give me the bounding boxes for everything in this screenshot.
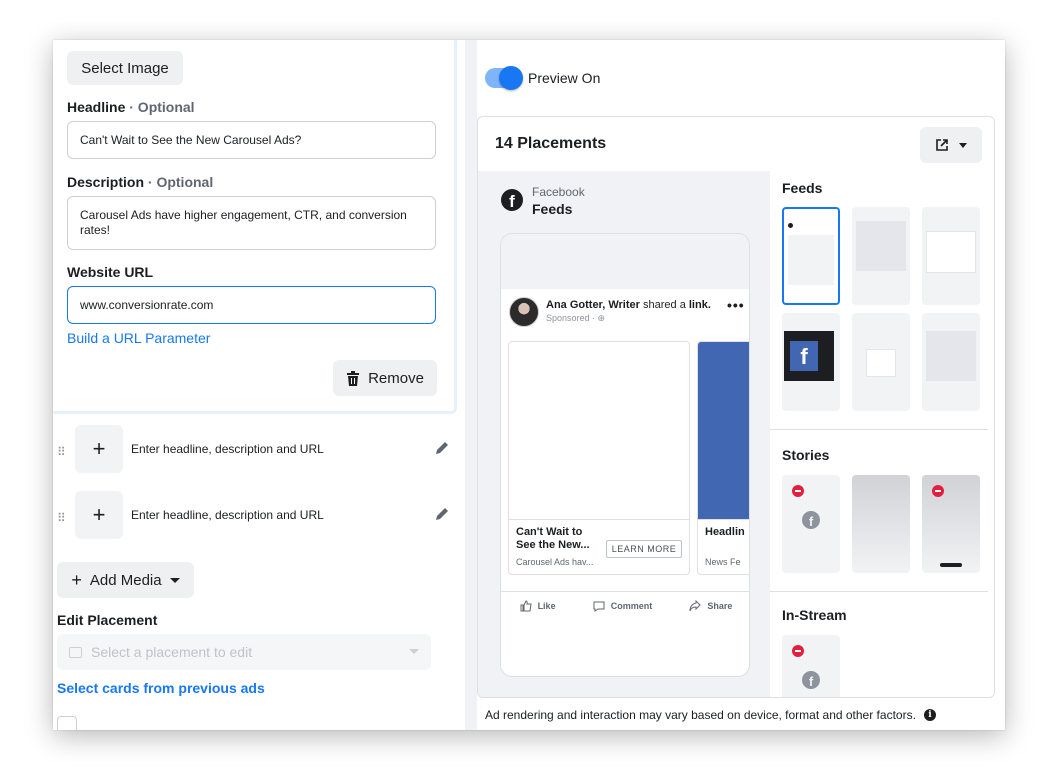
expanded-card: Select Image Headline · Optional Can't W… [53, 40, 457, 414]
collapsed-card-text: Enter headline, description and URL [131, 508, 324, 522]
in-stream-section-title: In-Stream [782, 607, 847, 623]
facebook-post: Ana Gotter, Writer shared a link. Sponso… [501, 289, 749, 623]
ads-manager-window: Select Image Headline · Optional Can't W… [53, 40, 1005, 730]
blocked-icon [932, 485, 944, 497]
remove-label: Remove [368, 369, 424, 387]
more-options-icon[interactable]: ••• [727, 297, 745, 313]
headline-label: Headline · Optional [67, 99, 195, 115]
ad-preview-panel: Preview On 14 Placements f Facebook Feed… [477, 40, 1005, 730]
phone-top-bar [501, 234, 749, 289]
placements-panel: 14 Placements f Facebook Feeds Ana Gotte… [477, 116, 995, 698]
preview-toggle-knob[interactable] [499, 66, 523, 90]
remove-button[interactable]: Remove [333, 360, 437, 396]
card-description: News Fe [705, 557, 741, 567]
preview-area: f Facebook Feeds Ana Gotter, Writer shar… [478, 171, 770, 697]
preview-position: Feeds [532, 201, 573, 217]
share-icon [689, 599, 702, 611]
placement-thumb-right-column[interactable] [852, 313, 910, 411]
add-media-plus-icon[interactable]: + [75, 491, 123, 539]
card-image [698, 342, 749, 520]
trash-icon [347, 370, 360, 386]
feeds-section-title: Feeds [782, 180, 823, 196]
facebook-icon: f [802, 511, 820, 529]
carousel-card-1[interactable]: Can't Wait to See the New... LEARN MORE … [508, 341, 690, 575]
card-headline: Can't Wait to See the New... [516, 526, 590, 551]
drag-handle-icon[interactable]: ⠿ [57, 446, 67, 463]
placements-title: 14 Placements [495, 135, 607, 152]
comment-button[interactable]: Comment [593, 600, 652, 612]
image-icon [69, 646, 82, 658]
edit-placement-title: Edit Placement [57, 612, 158, 628]
collapsed-card[interactable]: ⠿ + Enter headline, description and URL [53, 491, 457, 551]
blocked-icon [792, 485, 804, 497]
chevron-down-icon [409, 649, 419, 654]
placement-thumb-instagram-stories[interactable] [852, 475, 910, 573]
card-headline: Headlin [705, 526, 745, 538]
placement-select[interactable]: Select a placement to edit [57, 634, 431, 670]
post-actions: Like Comment Share [501, 591, 749, 619]
placement-thumb-in-stream-video[interactable]: f [782, 635, 840, 697]
post-author: Ana Gotter, Writer shared a link. [546, 299, 711, 311]
phone-mockup: Ana Gotter, Writer shared a link. Sponso… [500, 233, 750, 677]
thumbs-up-icon [520, 599, 532, 611]
checkbox[interactable] [57, 716, 77, 730]
section-divider [770, 429, 988, 430]
share-button[interactable]: Share [689, 599, 732, 612]
caret-down-icon [169, 577, 180, 583]
facebook-logo-icon: f [501, 189, 523, 211]
section-divider [770, 591, 988, 592]
blocked-icon [792, 645, 804, 657]
comment-icon [593, 601, 605, 612]
placement-thumb-explore[interactable] [922, 313, 980, 411]
like-button[interactable]: Like [520, 599, 556, 612]
add-media-label: Add Media [89, 571, 162, 589]
pencil-icon[interactable] [433, 439, 451, 457]
placement-thumb-instagram-feed[interactable] [852, 207, 910, 305]
headline-input[interactable]: Can't Wait to See the New Carousel Ads? [67, 121, 436, 159]
add-media-plus-icon[interactable]: + [75, 425, 123, 473]
panel-divider [465, 40, 477, 730]
avatar [509, 297, 539, 327]
card-description: Carousel Ads hav... [516, 557, 594, 567]
placement-thumbnails: Feeds f Stories f In-Stream f [770, 171, 994, 697]
collapsed-card-text: Enter headline, description and URL [131, 442, 324, 456]
website-url-input[interactable]: www.conversionrate.com [67, 286, 436, 324]
placement-thumb-messenger-stories[interactable] [922, 475, 980, 573]
caret-down-icon [959, 142, 967, 148]
build-url-parameter-link[interactable]: Build a URL Parameter [67, 330, 210, 346]
footer-note: Ad rendering and interaction may vary ba… [485, 708, 936, 722]
description-label: Description · Optional [67, 174, 214, 190]
post-sponsored: Sponsored · ⊕ [546, 313, 606, 323]
placement-thumb-marketplace[interactable] [922, 207, 980, 305]
external-link-icon [936, 139, 948, 151]
plus-icon: + [71, 569, 82, 590]
preview-toggle-label: Preview On [528, 70, 601, 86]
website-url-label: Website URL [67, 264, 154, 280]
placement-thumb-facebook-feeds[interactable] [782, 207, 840, 305]
share-preview-button[interactable] [920, 127, 982, 163]
preview-platform: Facebook [532, 185, 585, 199]
learn-more-button[interactable]: LEARN MORE [606, 540, 682, 558]
placement-select-placeholder: Select a placement to edit [91, 644, 253, 660]
stories-section-title: Stories [782, 447, 830, 463]
add-media-button[interactable]: + Add Media [57, 562, 194, 598]
facebook-icon: f [802, 671, 820, 689]
carousel-card-editor: Select Image Headline · Optional Can't W… [53, 40, 465, 730]
card-image [509, 342, 689, 520]
placement-thumb-video-feeds[interactable]: f [782, 313, 840, 411]
collapsed-card[interactable]: ⠿ + Enter headline, description and URL [53, 425, 457, 485]
pencil-icon[interactable] [433, 505, 451, 523]
select-image-button[interactable]: Select Image [67, 51, 183, 85]
select-cards-link[interactable]: Select cards from previous ads [57, 680, 265, 696]
carousel-card-2[interactable]: Headlin News Fe [697, 341, 749, 575]
placement-thumb-facebook-stories[interactable]: f [782, 475, 840, 573]
description-input[interactable]: Carousel Ads have higher engagement, CTR… [67, 196, 436, 250]
drag-handle-icon[interactable]: ⠿ [57, 512, 67, 529]
info-icon[interactable]: i [923, 709, 936, 721]
